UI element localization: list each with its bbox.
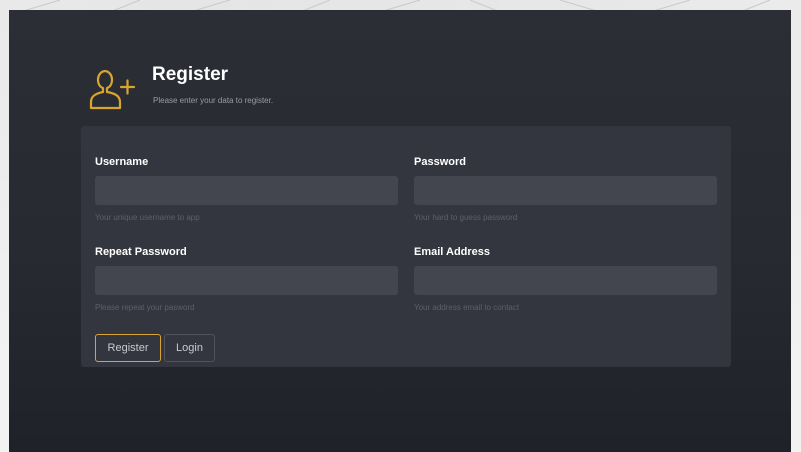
- repeat-password-help-text: Please repeat your pasword: [95, 303, 195, 312]
- user-add-icon: [89, 69, 136, 110]
- username-field-group: Username Your unique username to app: [95, 155, 398, 222]
- page-subtitle: Please enter your data to register.: [153, 96, 274, 105]
- email-input[interactable]: [414, 266, 717, 295]
- password-field-group: Password Your hard to guess password: [414, 155, 717, 222]
- password-label: Password: [414, 156, 466, 168]
- register-page: Register Please enter your data to regis…: [9, 10, 791, 452]
- register-button[interactable]: Register: [95, 334, 161, 362]
- repeat-password-field-group: Repeat Password Please repeat your paswo…: [95, 245, 398, 312]
- login-button[interactable]: Login: [164, 334, 215, 362]
- username-label: Username: [95, 156, 149, 168]
- password-input[interactable]: [414, 176, 717, 205]
- repeat-password-label: Repeat Password: [95, 246, 187, 258]
- username-help-text: Your unique username to app: [95, 213, 200, 222]
- username-input[interactable]: [95, 176, 398, 205]
- email-field-group: Email Address Your address email to cont…: [414, 245, 717, 312]
- page-title: Register: [152, 64, 229, 85]
- password-help-text: Your hard to guess password: [414, 213, 518, 222]
- email-help-text: Your address email to contact: [414, 303, 520, 312]
- email-label: Email Address: [414, 246, 491, 258]
- repeat-password-input[interactable]: [95, 266, 398, 295]
- register-form: Username Your unique username to app Pas…: [81, 126, 731, 367]
